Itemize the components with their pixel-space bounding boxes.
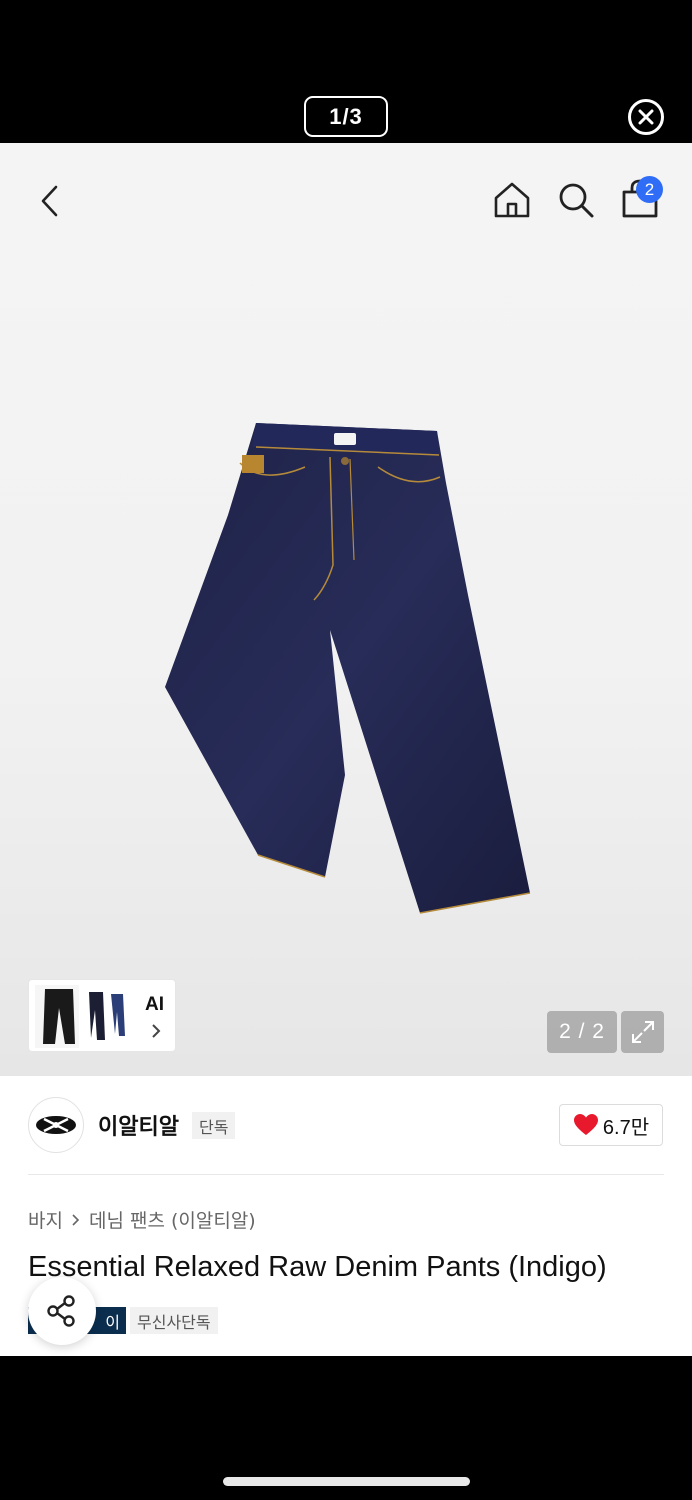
breadcrumb-subcategory[interactable]: 데님 팬츠 (이알티알) bbox=[89, 1206, 256, 1233]
expand-button[interactable] bbox=[621, 1011, 664, 1053]
search-button[interactable] bbox=[556, 180, 596, 220]
related-items-thumbnail bbox=[35, 985, 125, 1048]
exclusive-brand-tag: 단독 bbox=[192, 1112, 236, 1139]
home-indicator[interactable] bbox=[223, 1477, 470, 1486]
divider bbox=[28, 1174, 664, 1175]
musinsa-exclusive-badge: 무신사단독 bbox=[130, 1307, 218, 1334]
page-counter: 1/3 bbox=[304, 96, 388, 137]
search-icon bbox=[559, 183, 594, 218]
share-icon bbox=[47, 1295, 75, 1327]
breadcrumb: 바지 데님 팬츠 (이알티알) bbox=[28, 1206, 256, 1233]
close-circle-icon bbox=[638, 109, 654, 125]
like-count: 6.7만 bbox=[602, 1116, 650, 1139]
image-index-indicator: 2 / 2 bbox=[547, 1011, 617, 1053]
brand-logo-mark bbox=[36, 1116, 76, 1134]
back-button[interactable] bbox=[36, 184, 64, 218]
breadcrumb-category[interactable]: 바지 bbox=[28, 1206, 63, 1233]
chevron-left-icon bbox=[41, 185, 58, 217]
home-button[interactable] bbox=[492, 180, 532, 220]
like-button[interactable]: 6.7만 bbox=[559, 1104, 663, 1146]
chevron-right-icon bbox=[152, 1024, 161, 1038]
ai-label: AI bbox=[145, 994, 164, 1015]
expand-icon bbox=[631, 1021, 654, 1043]
ai-recommendation-card[interactable]: AI bbox=[28, 979, 176, 1052]
product-image[interactable] bbox=[150, 415, 540, 920]
close-button[interactable] bbox=[628, 99, 664, 135]
cart-count-badge: 2 bbox=[636, 176, 663, 203]
product-title: Essential Relaxed Raw Denim Pants (Indig… bbox=[28, 1251, 607, 1283]
chevron-right-icon bbox=[71, 1213, 81, 1227]
home-icon bbox=[494, 182, 530, 218]
heart-icon bbox=[573, 1114, 598, 1135]
brand-logo[interactable] bbox=[28, 1097, 84, 1153]
brand-name[interactable]: 이알티알 bbox=[98, 1109, 179, 1141]
share-button[interactable] bbox=[28, 1277, 96, 1345]
